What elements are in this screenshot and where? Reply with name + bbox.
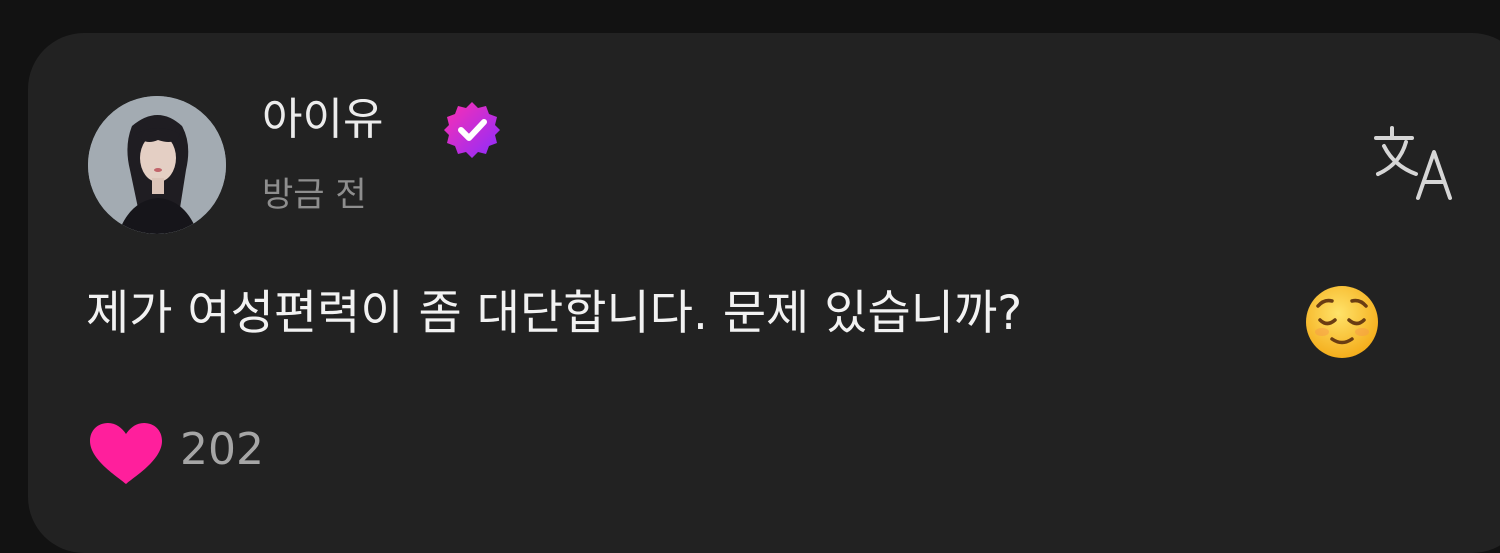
translate-icon[interactable] bbox=[1372, 124, 1458, 202]
heart-icon bbox=[90, 423, 162, 484]
verified-badge-icon bbox=[440, 98, 504, 162]
relieved-face-emoji bbox=[1304, 284, 1380, 360]
author-name[interactable]: 아이유 bbox=[262, 98, 383, 142]
avatar-image bbox=[88, 96, 226, 234]
author-avatar[interactable] bbox=[88, 96, 226, 234]
like-count: 202 bbox=[180, 424, 264, 475]
like-button[interactable] bbox=[88, 422, 164, 486]
post-timestamp: 방금 전 bbox=[262, 175, 367, 215]
post-text: 제가 여성편력이 좀 대단합니다. 문제 있습니까? bbox=[86, 286, 1023, 341]
